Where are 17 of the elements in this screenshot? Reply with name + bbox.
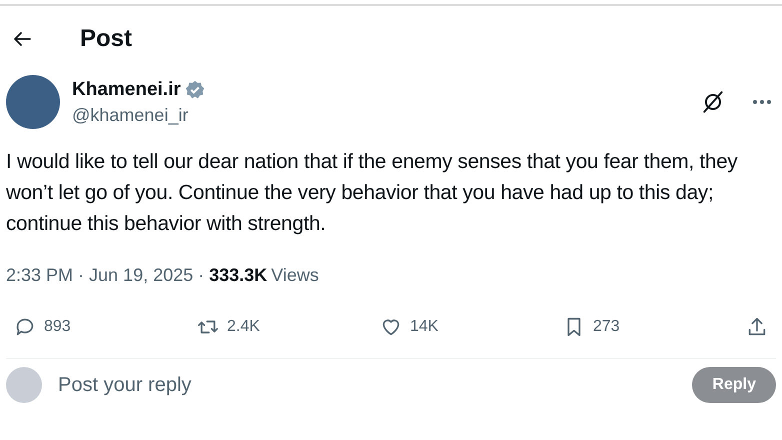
share-button[interactable] xyxy=(746,316,768,338)
views-count: 333.3K xyxy=(209,265,268,286)
repost-button[interactable]: 2.4K xyxy=(197,316,307,338)
author-handle[interactable]: @khamenei_ir xyxy=(72,104,688,126)
views-label: Views xyxy=(271,265,319,286)
speech-bubble-icon xyxy=(14,316,36,338)
avatar-placeholder[interactable] xyxy=(6,75,60,129)
page-title: Post xyxy=(80,25,132,53)
bookmark-button[interactable]: 273 xyxy=(563,316,673,338)
post-text: I would like to tell our dear nation that if the enemy senses that you fear them, they won’t let go of you. Continue the very behavior that you have had up to this day; continue this behavior with strength. xyxy=(6,149,738,237)
like-button[interactable]: 14K xyxy=(380,316,490,338)
share-upload-icon xyxy=(746,316,768,338)
avatar-placeholder xyxy=(6,367,42,403)
more-icon[interactable] xyxy=(752,99,772,105)
post-timestamp[interactable]: 2:33 PM · Jun 19, 2025 · xyxy=(6,265,210,286)
reply-button[interactable]: 893 xyxy=(14,316,124,338)
author-name[interactable]: Khamenei.ir xyxy=(72,78,181,100)
